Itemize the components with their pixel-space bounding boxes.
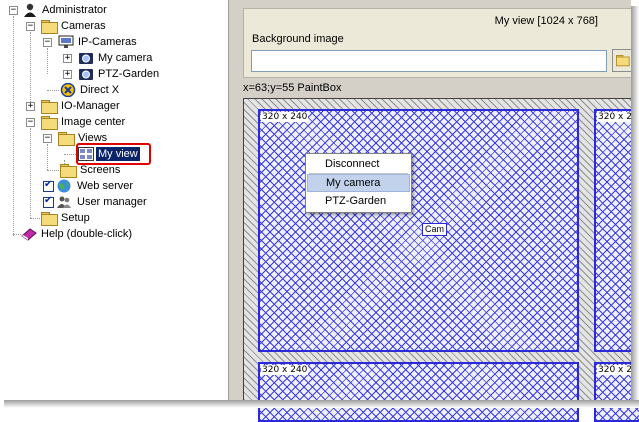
tree-item-user-manager[interactable]: User manager [0, 194, 160, 210]
camera-slot[interactable]: 320 x 240 [258, 109, 579, 352]
tree-item-help[interactable]: Help (double-click) [0, 226, 170, 242]
help-book-icon [21, 228, 37, 241]
collapse-toggle[interactable]: − [26, 118, 35, 127]
tree-item-screens[interactable]: Screens [0, 162, 150, 178]
tree-item-setup[interactable]: Setup [0, 210, 150, 226]
folder-icon [60, 164, 77, 178]
expand-toggle[interactable]: + [26, 102, 35, 111]
collapse-toggle[interactable]: − [9, 6, 18, 15]
camera-slot[interactable]: 320 x 240 [258, 362, 579, 422]
tree-item-image-center[interactable]: − Image center [0, 114, 150, 130]
tree-label: IO-Manager [61, 100, 120, 112]
enabled-checkbox[interactable] [43, 179, 54, 192]
tree-item-cameras[interactable]: − Cameras [0, 18, 140, 34]
tree-line [47, 170, 59, 171]
tree-label: PTZ-Garden [98, 68, 160, 80]
menu-item-ptz-garden[interactable]: PTZ-Garden [307, 192, 410, 210]
tree-label: Setup [61, 212, 90, 224]
collapse-toggle[interactable]: − [43, 134, 52, 143]
screenshot-shadow [4, 400, 639, 408]
tree-label: My camera [98, 52, 153, 64]
directx-icon [60, 83, 76, 97]
background-image-label: Background image [252, 33, 344, 45]
folder-icon [616, 55, 630, 67]
view-properties-bar: My view [1024 x 768] Background image [243, 8, 634, 78]
enabled-checkbox[interactable] [43, 195, 54, 208]
cursor-coordinates: x=63;y=55 PaintBox [243, 82, 342, 94]
view-layout-canvas[interactable]: 320 x 240 320 x 240 320 x 240 320 x 240 … [243, 98, 639, 422]
tree-label: Cameras [61, 20, 106, 32]
tree-label: Direct X [80, 84, 120, 96]
folder-open-icon [41, 20, 58, 34]
slot-size-label: 320 x 240 [261, 112, 309, 122]
view-title: My view [1024 x 768] [494, 15, 598, 27]
tree-item-ptz-garden[interactable]: + PTZ-Garden [0, 66, 170, 82]
tree-label: Web server [77, 180, 134, 192]
user-icon [24, 3, 36, 17]
context-menu: Disconnect My camera PTZ-Garden [305, 153, 412, 213]
tree-item-io-manager[interactable]: + IO-Manager [0, 98, 150, 114]
menu-item-my-camera[interactable]: My camera [307, 174, 410, 192]
network-camera-icon [58, 35, 74, 48]
tree-line [30, 218, 40, 219]
tree-item-ip-cameras[interactable]: − IP-Cameras [0, 34, 160, 50]
folder-icon [41, 100, 58, 114]
view-editor-panel: My view [1024 x 768] Background image x=… [228, 0, 639, 422]
camera-icon [79, 53, 93, 64]
tree-item-web-server[interactable]: Web server [0, 178, 160, 194]
tree-item-my-camera[interactable]: + My camera [0, 50, 170, 66]
tree-label: IP-Cameras [78, 36, 137, 48]
background-image-field[interactable] [251, 50, 607, 72]
collapse-toggle[interactable]: − [26, 22, 35, 31]
tree-item-direct-x[interactable]: Direct X [0, 82, 150, 98]
tree-line [47, 90, 59, 91]
collapse-toggle[interactable]: − [43, 38, 52, 47]
tree-item-administrator[interactable]: − Administrator [0, 2, 140, 18]
tree-label: Screens [80, 164, 121, 176]
tree-label: Image center [61, 116, 126, 128]
globe-icon [57, 179, 71, 193]
tree-label: Administrator [42, 4, 107, 16]
tree-label: Help (double-click) [41, 228, 133, 240]
expand-toggle[interactable]: + [63, 70, 72, 79]
menu-item-disconnect[interactable]: Disconnect [307, 155, 410, 173]
slot-size-label: 320 x 240 [261, 365, 309, 375]
folder-open-icon [58, 132, 75, 146]
setup-folder-icon [41, 212, 58, 226]
tree-line [13, 234, 21, 235]
tree-line [64, 154, 76, 155]
expand-toggle[interactable]: + [63, 54, 72, 63]
users-icon [57, 196, 71, 208]
screenshot-shadow [631, 6, 639, 408]
tree-label: User manager [77, 196, 147, 208]
navigation-tree: − Administrator − Cameras − IP-Cameras +… [0, 0, 228, 400]
camera-tag: Cam [422, 223, 448, 236]
folder-open-icon [41, 116, 58, 130]
camera-icon [79, 69, 93, 80]
